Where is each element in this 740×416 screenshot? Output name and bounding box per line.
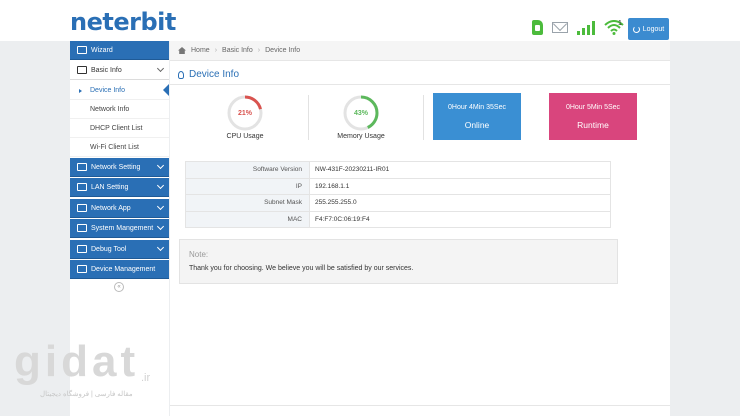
sidebar-item-wizard[interactable]: Wizard: [70, 41, 169, 60]
divider: [170, 84, 670, 85]
chevron-down-icon: [156, 243, 165, 252]
row-value: F4:F7:0C:06:19:F4: [309, 210, 611, 228]
logout-button[interactable]: Logout: [628, 18, 669, 40]
system-icon: [77, 224, 87, 232]
sidebar-item-label: Wizard: [91, 46, 113, 54]
sim-card-icon: [532, 20, 543, 35]
row-value: 192.168.1.1: [309, 177, 611, 195]
signal-bars-icon: [577, 20, 595, 35]
memory-usage-label: Memory Usage: [337, 133, 385, 140]
note-title: Note:: [189, 250, 209, 259]
wifi-client-count: 1: [618, 20, 622, 27]
sidebar-item-label: LAN Setting: [91, 183, 129, 191]
monitor-icon: [77, 183, 87, 191]
chevron-down-icon: [156, 161, 165, 170]
online-time-value: 0Hour 4Min 35Sec: [448, 104, 506, 111]
watermark-logo: gidat: [14, 337, 140, 386]
online-time-card: 0Hour 4Min 35Sec Online: [433, 93, 521, 140]
wizard-icon: [77, 46, 87, 54]
cpu-usage-label: CPU Usage: [226, 133, 264, 140]
breadcrumb: Home › Basic Info › Device Info: [170, 41, 670, 61]
device-icon: [77, 265, 87, 273]
sidebar-item-label: Device Management: [91, 265, 156, 273]
sidebar-item-network-setting[interactable]: Network Setting: [70, 158, 169, 177]
note-box: Note: Thank you for choosing. We believe…: [179, 239, 618, 284]
divider: [308, 95, 309, 140]
sidebar-item-device-management[interactable]: Device Management: [70, 260, 169, 279]
submenu-dhcp-client-list[interactable]: DHCP Client List: [70, 119, 169, 138]
sidebar-item-debug-tool[interactable]: Debug Tool: [70, 240, 169, 259]
online-time-label: Online: [464, 120, 490, 130]
submenu-device-info[interactable]: Device Info: [70, 81, 169, 100]
page-title: Device Info: [178, 69, 239, 80]
table-row: IP 192.168.1.1: [185, 177, 611, 195]
row-value: 255.255.255.0: [309, 194, 611, 212]
table-row: Subnet Mask 255.255.255.0: [185, 194, 611, 212]
runtime-card: 0Hour 5Min 5Sec Runtime: [549, 93, 637, 140]
logout-label: Logout: [642, 25, 665, 33]
table-row: Software Version NW-431F-20230211-IR01: [185, 161, 611, 179]
sidebar-item-system-management[interactable]: System Mangement: [70, 219, 169, 238]
row-key: IP: [185, 177, 310, 195]
chevron-down-icon: [156, 202, 165, 211]
chevron-down-icon: [156, 64, 165, 73]
breadcrumb-device-info: Device Info: [265, 47, 301, 54]
row-key: Software Version: [185, 161, 310, 179]
sidebar-item-basic-info[interactable]: Basic Info: [70, 61, 169, 80]
breadcrumb-home[interactable]: Home: [191, 47, 210, 54]
network-icon: [77, 163, 87, 171]
chevron-down-icon: [156, 222, 165, 231]
sidebar-item-label: Basic Info: [91, 66, 122, 74]
submenu-network-info[interactable]: Network Info: [70, 100, 169, 119]
status-icons: [532, 20, 624, 35]
sidebar-item-label: System Mangement: [91, 224, 154, 232]
debug-icon: [77, 245, 87, 253]
submenu-wifi-client-list[interactable]: Wi-Fi Client List: [70, 138, 169, 157]
home-icon: [178, 47, 186, 54]
divider: [170, 405, 670, 406]
cpu-usage-value: 21%: [237, 109, 252, 117]
device-info-table: Software Version NW-431F-20230211-IR01 I…: [185, 161, 611, 228]
row-value: NW-431F-20230211-IR01: [309, 161, 611, 179]
neterbit-logo: neterbit: [70, 8, 176, 36]
power-icon: [632, 25, 640, 33]
runtime-value: 0Hour 5Min 5Sec: [565, 104, 621, 111]
sidebar-item-label: Network Setting: [91, 163, 141, 171]
runtime-label: Runtime: [577, 120, 609, 130]
list-icon: [77, 66, 87, 74]
breadcrumb-separator: ›: [214, 47, 218, 54]
row-key: Subnet Mask: [185, 194, 310, 212]
mail-icon[interactable]: [552, 22, 568, 33]
table-row: MAC F4:F7:0C:06:19:F4: [185, 210, 611, 228]
sidebar-item-label: Network App: [91, 204, 131, 212]
watermark-tld: .ir: [141, 372, 151, 384]
breadcrumb-separator: ›: [257, 47, 261, 54]
lightbulb-icon: [178, 70, 184, 79]
sidebar-item-label: Debug Tool: [91, 245, 127, 253]
divider: [423, 95, 424, 140]
breadcrumb-basic-info[interactable]: Basic Info: [222, 47, 253, 54]
watermark-subtitle: مقاله فارسی | فروشگاه دیجیتال: [40, 391, 133, 398]
row-key: MAC: [185, 210, 310, 228]
app-icon: [77, 204, 87, 212]
sidebar-item-lan-setting[interactable]: LAN Setting: [70, 178, 169, 197]
chevron-down-icon: [156, 181, 165, 190]
note-text: Thank you for choosing. We believe you w…: [189, 265, 414, 272]
sidebar-collapse-button[interactable]: «: [114, 282, 124, 292]
sidebar-item-network-app[interactable]: Network App: [70, 199, 169, 218]
memory-usage-value: 43%: [353, 109, 368, 117]
page-title-text: Device Info: [189, 69, 240, 80]
